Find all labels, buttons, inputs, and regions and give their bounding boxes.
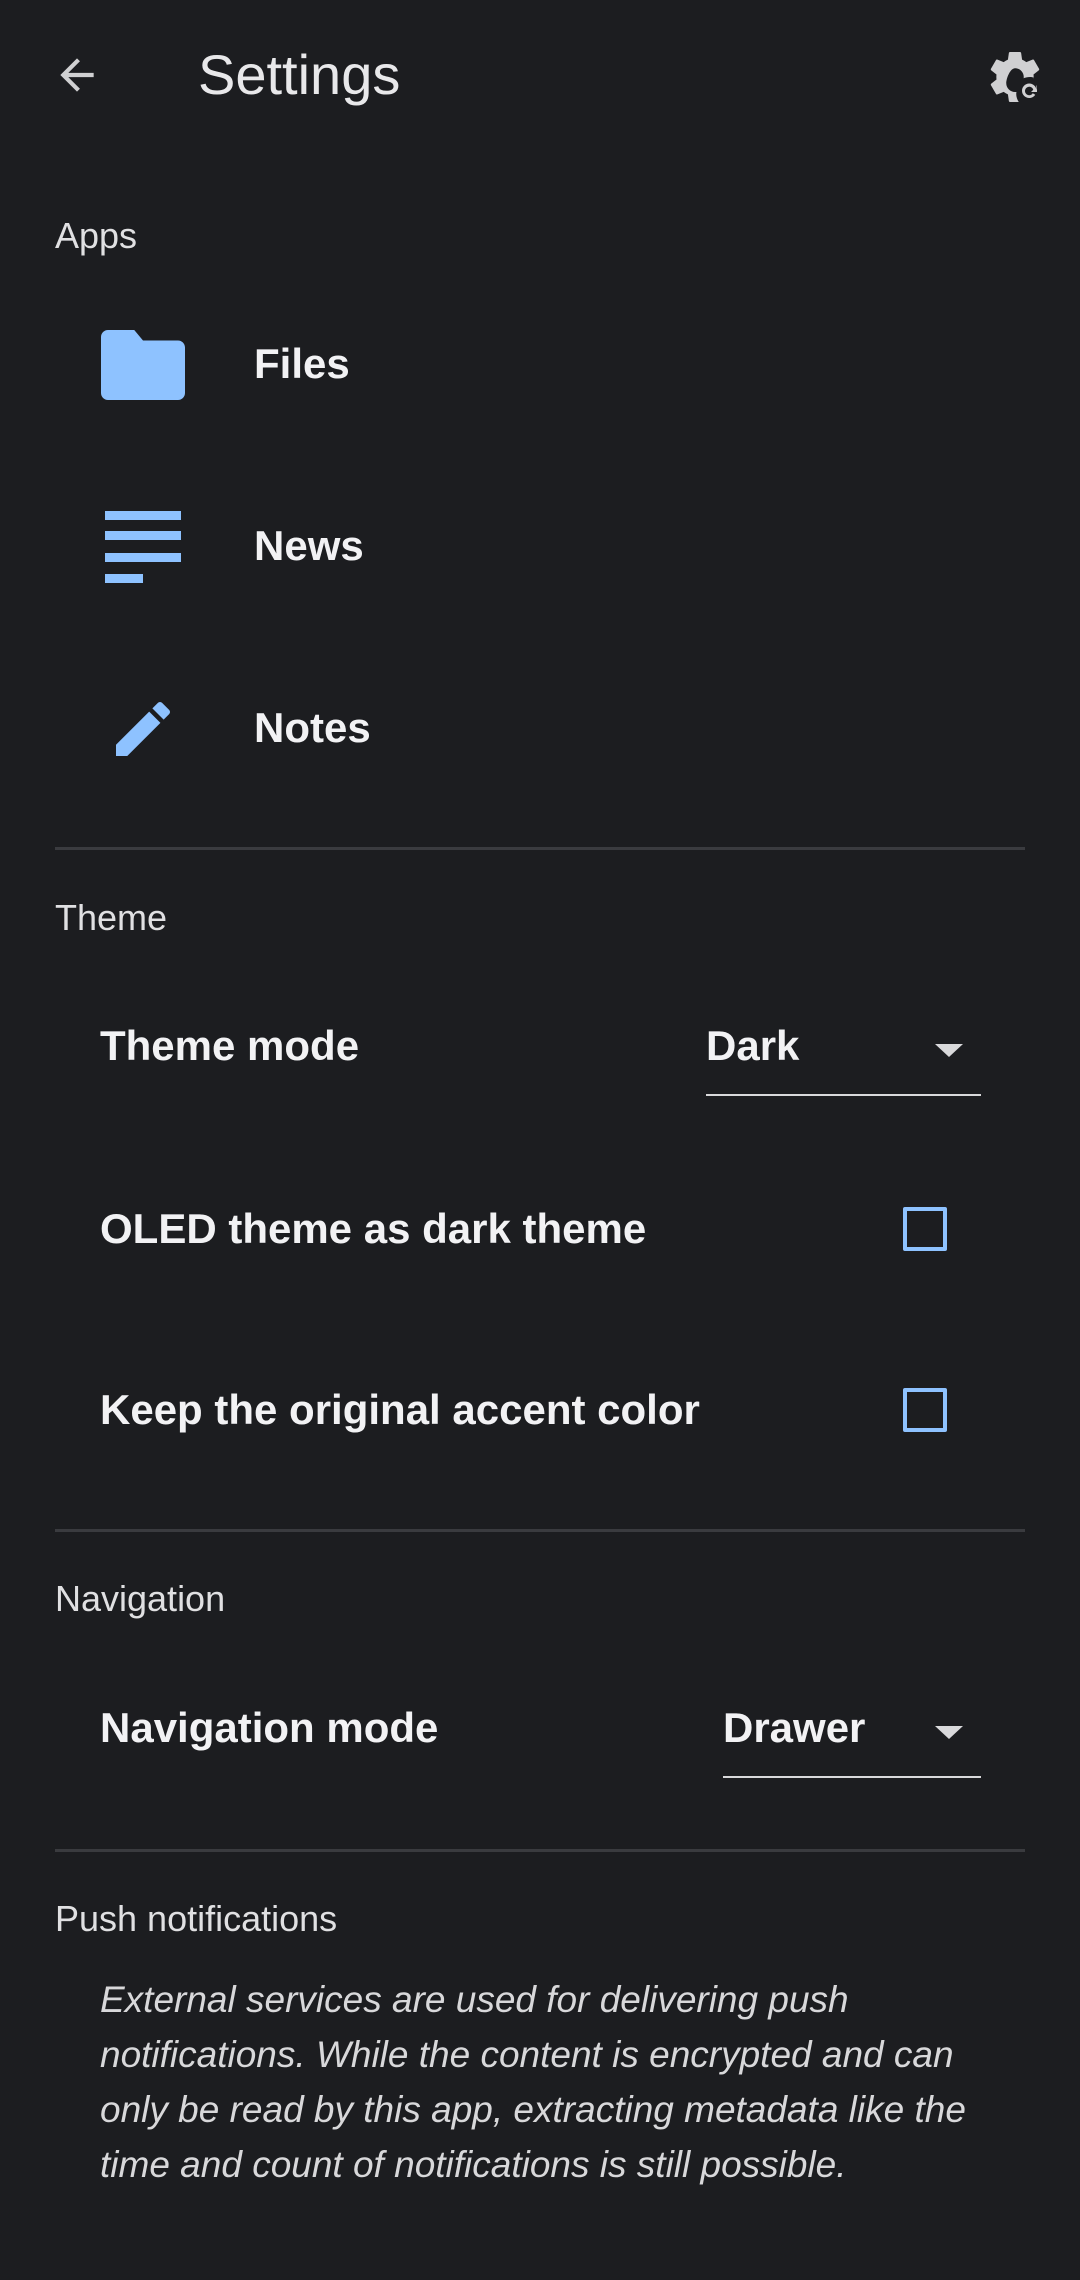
settings-screen: Settings Apps Files News Notes Theme The… [0,0,1080,2280]
dropdown-arrow-icon [935,1726,963,1739]
settings-reset-icon [990,52,1040,102]
oled-theme-checkbox[interactable] [903,1207,947,1251]
dropdown-arrow-icon [935,1044,963,1057]
app-item-notes[interactable]: Notes [0,654,1080,804]
app-bar: Settings [0,0,1080,150]
theme-mode-value: Dark [706,1022,800,1069]
section-header-theme: Theme [55,897,168,938]
accent-color-checkbox[interactable] [903,1388,947,1432]
app-item-label: Files [254,340,350,387]
app-item-label: Notes [254,704,371,751]
arrow-back-icon [60,58,94,92]
theme-mode-row: Theme mode Dark [0,972,1080,1122]
reset-settings-button[interactable] [978,40,1052,114]
back-button[interactable] [40,38,114,112]
push-notifications-description: External services are used for deliverin… [100,1979,966,2185]
navigation-mode-value: Drawer [723,1704,866,1751]
section-header-navigation: Navigation [55,1578,226,1619]
theme-mode-dropdown[interactable]: Dark [706,1002,981,1096]
section-divider [55,847,1025,850]
oled-theme-row[interactable]: OLED theme as dark theme [0,1155,1080,1305]
theme-mode-label: Theme mode [100,1022,360,1069]
section-header-push: Push notifications [55,1898,338,1939]
news-lines-icon [98,507,188,587]
navigation-mode-label: Navigation mode [100,1704,439,1751]
navigation-mode-dropdown[interactable]: Drawer [723,1684,981,1778]
app-item-files[interactable]: Files [0,290,1080,440]
accent-color-label: Keep the original accent color [100,1386,700,1433]
app-item-label: News [254,522,364,569]
folder-icon [98,325,188,405]
accent-color-row[interactable]: Keep the original accent color [0,1336,1080,1486]
section-divider [55,1849,1025,1852]
section-divider [55,1529,1025,1532]
navigation-mode-row: Navigation mode Drawer [0,1654,1080,1804]
pencil-icon [98,689,188,769]
page-title: Settings [198,43,401,106]
oled-theme-label: OLED theme as dark theme [100,1205,647,1252]
section-header-apps: Apps [55,215,138,256]
app-item-news[interactable]: News [0,472,1080,622]
